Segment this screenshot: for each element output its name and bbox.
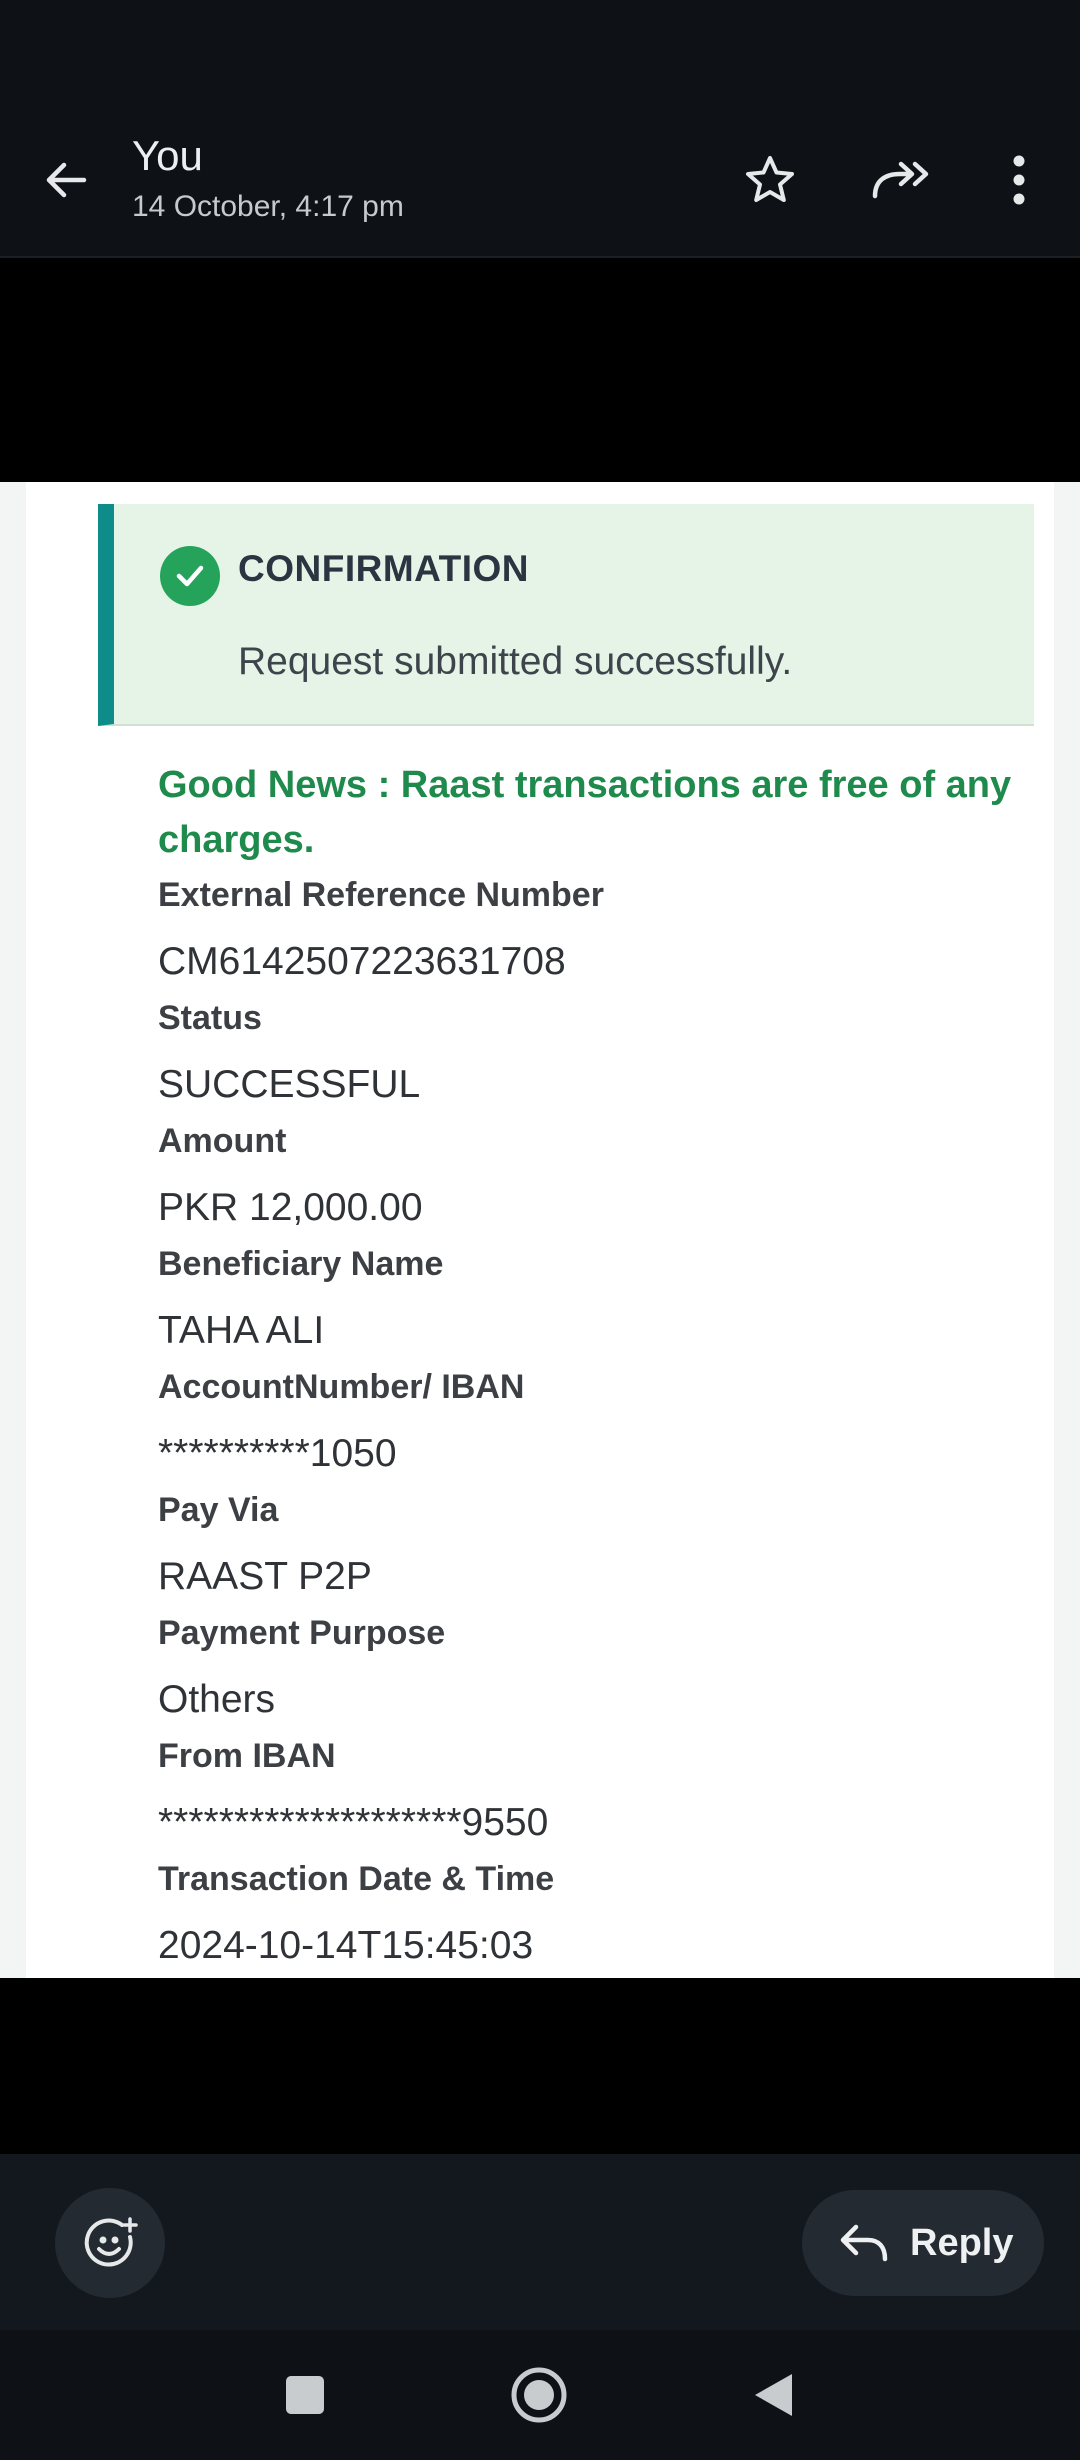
field-label-amount: Amount — [158, 1122, 287, 1160]
field-label-from-iban: From IBAN — [158, 1737, 336, 1775]
home-circle-icon — [511, 2367, 567, 2423]
confirmation-banner: CONFIRMATION Request submitted successfu… — [98, 504, 1034, 726]
star-button[interactable] — [738, 148, 802, 212]
message-datetime: 14 October, 4:17 pm — [132, 190, 404, 223]
recents-square-icon — [286, 2376, 324, 2414]
field-label-datetime: Transaction Date & Time — [158, 1860, 555, 1898]
field-value-datetime: 2024-10-14T15:45:03 — [158, 1924, 534, 1967]
arrow-left-icon — [46, 162, 87, 198]
back-button[interactable] — [34, 148, 98, 212]
field-label-pay-via: Pay Via — [158, 1491, 279, 1529]
confirmation-title: CONFIRMATION — [238, 548, 529, 589]
field-value-amount: PKR 12,000.00 — [158, 1186, 423, 1229]
field-label-account: AccountNumber/ IBAN — [158, 1368, 525, 1406]
confirmation-message: Request submitted successfully. — [238, 640, 793, 683]
system-navigation-bar — [0, 2330, 1080, 2460]
field-value-beneficiary: TAHA ALI — [158, 1309, 325, 1352]
field-value-reference: CM6142507223631708 — [158, 940, 566, 983]
field-label-reference: External Reference Number — [158, 876, 604, 914]
forward-all-icon — [872, 161, 929, 199]
image-letterbox-bottom — [0, 1978, 1080, 2154]
good-news-notice: Good News : Raast transactions are free … — [158, 764, 1012, 861]
receipt-card: CONFIRMATION Request submitted successfu… — [26, 482, 1054, 1978]
sender-name: You — [132, 132, 203, 179]
field-label-beneficiary: Beneficiary Name — [158, 1245, 444, 1283]
system-back-button[interactable] — [738, 2360, 808, 2430]
reply-label: Reply — [910, 2221, 1014, 2264]
add-reaction-button[interactable] — [55, 2188, 165, 2298]
field-value-from-iban: ********************9550 — [158, 1801, 549, 1844]
field-value-status: SUCCESSFUL — [158, 1063, 421, 1106]
image-letterbox-top — [0, 258, 1080, 482]
reply-icon — [840, 2224, 888, 2262]
add-reaction-icon — [84, 2217, 138, 2267]
check-circle-icon — [160, 546, 220, 606]
field-label-purpose: Payment Purpose — [158, 1614, 446, 1652]
reply-button[interactable]: Reply — [802, 2190, 1044, 2296]
star-outline-icon — [746, 156, 794, 202]
forward-button[interactable] — [868, 148, 932, 212]
field-value-account: **********1050 — [158, 1432, 397, 1475]
more-options-button[interactable] — [987, 148, 1051, 212]
receipt-image[interactable]: CONFIRMATION Request submitted successfu… — [0, 482, 1080, 1978]
field-value-purpose: Others — [158, 1678, 276, 1721]
field-label-status: Status — [158, 999, 262, 1037]
message-header: You 14 October, 4:17 pm — [0, 0, 1080, 258]
message-actions-bar: Reply — [0, 2154, 1080, 2330]
home-button[interactable] — [504, 2360, 574, 2430]
recents-button[interactable] — [270, 2360, 340, 2430]
back-triangle-icon — [755, 2374, 792, 2416]
more-vertical-icon — [1013, 155, 1025, 205]
field-value-pay-via: RAAST P2P — [158, 1555, 372, 1598]
